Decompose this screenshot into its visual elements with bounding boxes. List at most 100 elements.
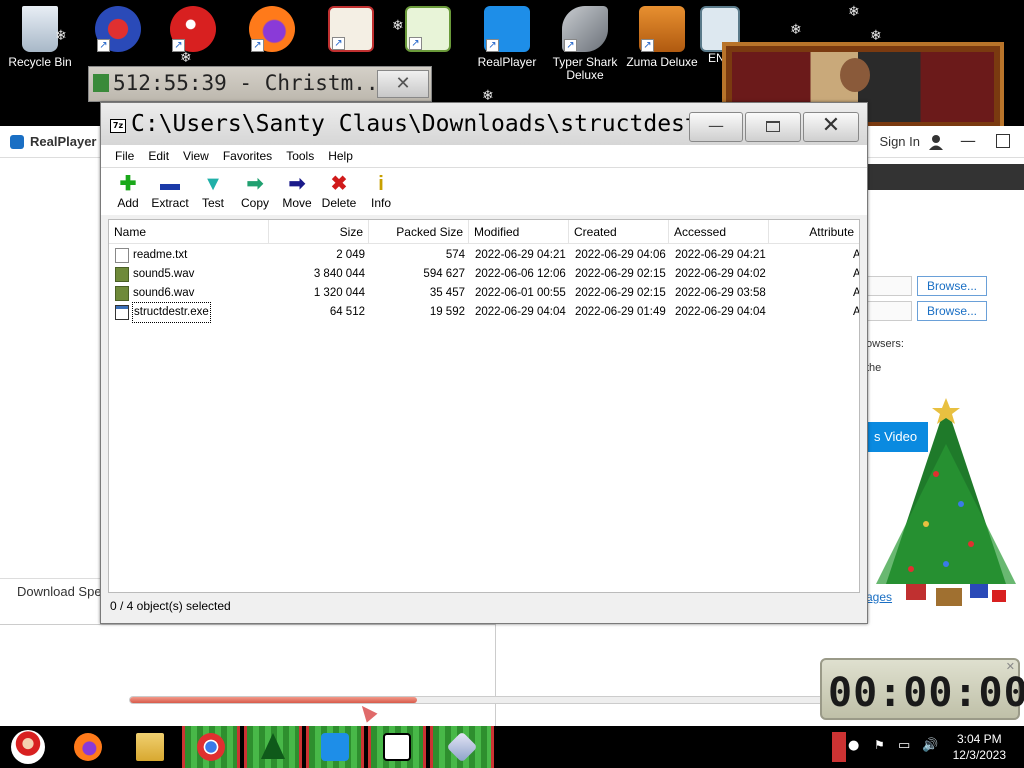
toolbar-button-label: Move <box>282 196 312 210</box>
file-accessed-cell: 2022-06-29 03:58 <box>675 287 766 299</box>
realplayer-app-name: RealPlayer <box>30 134 97 149</box>
shortcut-arrow-icon: ↗ <box>641 39 654 52</box>
close-button[interactable]: ✕ <box>803 112 859 142</box>
text-file-icon <box>115 248 129 263</box>
column-header-attributes[interactable]: Attribute <box>769 220 859 244</box>
desktop-icon-dringoland[interactable]: ↗ <box>78 6 158 56</box>
column-header-accessed[interactable]: Accessed <box>669 220 769 244</box>
toolbar-info-button[interactable]: i Info <box>360 172 402 210</box>
taskbar-firefox-button[interactable] <box>64 726 112 768</box>
toolbar-button-label: Copy <box>240 196 269 210</box>
add-icon: ✚ <box>119 173 137 195</box>
path-field[interactable] <box>866 276 912 296</box>
file-row[interactable]: sound5.wav 3 840 044 594 627 2022-06-06 12:… <box>109 265 859 284</box>
realplayer-logo-icon <box>10 134 24 149</box>
desktop-icon-typer-shark[interactable]: ↗ Typer Shark Deluxe <box>545 6 625 82</box>
menu-file[interactable]: File <box>115 149 134 163</box>
menu-bar: File Edit View Favorites Tools Help <box>101 145 867 167</box>
taskbar-tree-button[interactable] <box>244 726 302 768</box>
desktop-icon-zuma[interactable]: ↗ Zuma Deluxe <box>622 6 702 69</box>
recycle-bin-icon <box>22 6 58 52</box>
volume-icon[interactable]: 🔊 <box>922 738 938 753</box>
user-icon[interactable] <box>928 134 944 150</box>
toolbar-extract-button[interactable]: ▬ Extract <box>149 172 191 210</box>
maximize-button[interactable] <box>745 112 801 142</box>
file-modified-cell: 2022-06-29 04:21 <box>475 249 566 261</box>
realplayer-minimize-button[interactable]: — <box>960 131 976 150</box>
desktop-icon-firefox[interactable]: ↗ <box>232 6 312 56</box>
realplayer-icon: ↗ <box>484 6 530 52</box>
clock-time: 3:04 PM <box>956 732 1002 746</box>
timer-close-button[interactable]: ✕ <box>1006 660 1015 673</box>
taskbar-explorer-button[interactable] <box>126 726 174 768</box>
battery-icon[interactable]: ▭ <box>898 738 910 753</box>
menu-favorites[interactable]: Favorites <box>223 149 272 163</box>
toolbar-move-button[interactable]: ➡ Move <box>276 172 318 210</box>
countdown-close-button[interactable]: ✕ <box>377 70 429 98</box>
dringoland-icon: ↗ <box>95 6 141 52</box>
divider <box>0 578 100 579</box>
file-row[interactable]: readme.txt 2 049 574 2022-06-29 04:21 2022-0… <box>109 246 859 265</box>
shark-icon: ↗ <box>562 6 608 52</box>
desktop-icon-realplayer[interactable]: ↗ RealPlayer <box>467 6 547 69</box>
file-row[interactable]: sound6.wav 1 320 044 35 457 2022-06-01 00:5… <box>109 284 859 303</box>
toolbar-add-button[interactable]: ✚ Add <box>107 172 149 210</box>
browse-button[interactable]: Browse... <box>917 301 987 321</box>
taskbar-santa-button[interactable] <box>0 726 56 768</box>
info-icon: i <box>378 173 384 195</box>
toolbar-button-label: Add <box>117 196 139 210</box>
column-header-size[interactable]: Size <box>269 220 369 244</box>
taskbar-chrome-button[interactable] <box>182 726 240 768</box>
realplayer-maximize-button[interactable] <box>996 134 1010 148</box>
column-header-modified[interactable]: Modified <box>469 220 569 244</box>
taskbar-diamond-button[interactable] <box>430 726 494 768</box>
desktop-icon-recycle-bin[interactable]: Recycle Bin <box>0 6 80 69</box>
menu-edit[interactable]: Edit <box>148 149 169 163</box>
column-header-created[interactable]: Created <box>569 220 669 244</box>
audio-file-icon <box>115 286 129 301</box>
desktop-icon-label: Typer Shark Deluxe <box>552 55 618 82</box>
minimize-button[interactable]: — <box>689 112 743 142</box>
tray-dot-icon[interactable]: ● <box>848 738 859 753</box>
menu-tools[interactable]: Tools <box>286 149 314 163</box>
toolbar-test-button[interactable]: ▼ Test <box>192 172 234 210</box>
7zip-titlebar[interactable]: 7z C:\Users\Santy Claus\Downloads\struct… <box>101 103 867 145</box>
column-header-packed-size[interactable]: Packed Size <box>369 220 469 244</box>
taskbar-realplayer-download-button[interactable] <box>306 726 364 768</box>
file-packed-cell: 19 592 <box>429 306 465 318</box>
network-alert-icon[interactable]: ⚑ <box>874 738 885 752</box>
desktop-icon-mahjong[interactable]: ↗ <box>311 6 391 56</box>
snowflake-icon: ❄ <box>790 22 802 38</box>
scrollbar-thumb[interactable] <box>130 697 418 703</box>
zuma-icon: ↗ <box>639 6 685 52</box>
path-field[interactable] <box>866 301 912 321</box>
file-modified-cell: 2022-06-29 04:04 <box>475 306 566 318</box>
7zip-icon <box>383 733 411 761</box>
column-header-name[interactable]: Name <box>109 220 269 244</box>
browse-button[interactable]: Browse... <box>917 276 987 296</box>
countdown-title: 512:55:39 - Christm... <box>113 71 392 95</box>
7zip-window: 7z C:\Users\Santy Claus\Downloads\struct… <box>100 102 868 704</box>
file-created-cell: 2022-06-29 02:15 <box>575 287 666 299</box>
clock[interactable]: 3:04 PM 12/3/2023 <box>953 731 1006 763</box>
realplayer-pane <box>0 624 496 726</box>
desktop-icon-label: Recycle Bin <box>8 55 72 69</box>
clock-date: 12/3/2023 <box>952 748 1006 762</box>
taskbar-7zip-button[interactable] <box>368 726 426 768</box>
menu-view[interactable]: View <box>183 149 209 163</box>
shortcut-arrow-icon: ↗ <box>332 37 345 50</box>
timer-widget: 00:00:00 ✕ <box>820 658 1024 720</box>
taskbar: ● ⚑ ▭ 🔊 3:04 PM 12/3/2023 <box>0 726 1024 768</box>
menu-help[interactable]: Help <box>328 149 353 163</box>
sign-in-link[interactable]: Sign In <box>880 134 920 149</box>
toolbar-copy-button[interactable]: ➡ Copy <box>234 172 276 210</box>
desktop-icon-chuzzle[interactable]: ↗ <box>153 6 233 56</box>
horizontal-scrollbar[interactable] <box>129 696 849 704</box>
toolbar-delete-button[interactable]: ✖ Delete <box>318 172 360 210</box>
notepadpp-icon: ↗ <box>405 6 451 52</box>
countdown-window: 512:55:39 - Christm... ✕ <box>88 66 432 102</box>
firefox-icon: ↗ <box>249 6 295 52</box>
file-modified-cell: 2022-06-06 12:06 <box>475 268 566 280</box>
file-row[interactable]: structdestr.exe 64 512 19 592 2022-06-29 04… <box>109 302 859 323</box>
extract-icon: ▬ <box>160 173 180 195</box>
